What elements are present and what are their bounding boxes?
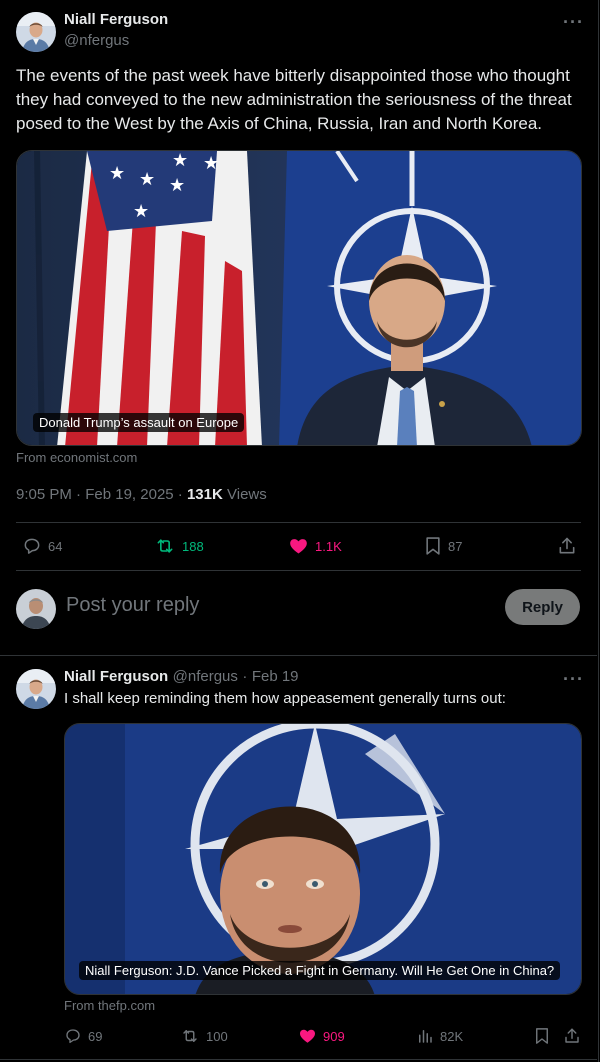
bookmark-action[interactable]: 87 xyxy=(424,536,462,556)
reply-retweet-count: 100 xyxy=(206,1028,228,1044)
reply-button[interactable]: Reply xyxy=(505,589,580,625)
reply-input[interactable]: Post your reply xyxy=(66,594,199,617)
retweet-icon xyxy=(157,539,173,553)
tweet-meta: 9:05 PM · Feb 19, 2025 · 131K Views xyxy=(16,486,267,503)
share-icon xyxy=(565,1028,579,1043)
divider xyxy=(0,1059,597,1060)
meta-separator: · xyxy=(177,486,183,503)
divider xyxy=(16,570,581,571)
retweet-icon xyxy=(183,1030,197,1042)
divider xyxy=(0,655,597,656)
bookmark-icon xyxy=(426,537,440,555)
reply-reply-action[interactable]: 69 xyxy=(64,1027,102,1045)
share-icon xyxy=(559,537,575,554)
reply-bookmark-action[interactable] xyxy=(534,1027,550,1045)
bookmark-icon xyxy=(536,1028,548,1044)
reply-card-caption: Niall Ferguson: J.D. Vance Picked a Figh… xyxy=(79,961,561,980)
reply-date[interactable]: Feb 19 xyxy=(252,668,299,685)
reply-like-action[interactable]: 909 xyxy=(298,1027,345,1045)
reply-views-action[interactable]: 82K xyxy=(416,1027,463,1045)
reply-count: 64 xyxy=(48,538,63,554)
current-user-avatar[interactable] xyxy=(16,589,56,629)
svg-text:★: ★ xyxy=(139,169,155,190)
reply-author-name[interactable]: Niall Ferguson xyxy=(64,668,168,685)
views-label: Views xyxy=(227,486,267,503)
retweet-action[interactable]: 188 xyxy=(154,536,204,556)
bookmark-count: 87 xyxy=(448,538,463,554)
share-action[interactable] xyxy=(557,536,577,556)
views-count: 131K xyxy=(186,486,223,503)
reply-retweet-action[interactable]: 100 xyxy=(180,1027,228,1045)
reply-icon xyxy=(66,1029,80,1044)
card-image: ★ ★ ★ ★ ★ ★ xyxy=(17,151,581,445)
reply-like-count: 909 xyxy=(323,1028,345,1044)
reply-views-count: 82K xyxy=(440,1028,464,1044)
reply-reply-count: 69 xyxy=(88,1028,103,1044)
more-horizontal-icon[interactable]: ··· xyxy=(563,669,584,690)
analytics-icon xyxy=(419,1030,432,1043)
tweet-time[interactable]: 9:05 PM xyxy=(16,486,72,503)
divider xyxy=(16,522,581,523)
like-count: 1.1K xyxy=(315,538,342,554)
author-handle[interactable]: @nfergus xyxy=(64,32,129,49)
meta-separator: · xyxy=(76,486,82,503)
card-caption: Donald Trump’s assault on Europe xyxy=(33,413,245,432)
svg-text:★: ★ xyxy=(109,163,125,184)
card-source[interactable]: From economist.com xyxy=(16,450,137,465)
reply-header: Niall Ferguson @nfergus · Feb 19 xyxy=(64,668,299,686)
reply-icon xyxy=(24,538,40,554)
reply-action[interactable]: 64 xyxy=(22,536,62,556)
reply-author-avatar[interactable] xyxy=(16,669,56,709)
heart-filled-icon xyxy=(290,539,307,554)
svg-text:★: ★ xyxy=(172,151,188,171)
reply-text: I shall keep reminding them how appeasem… xyxy=(64,690,506,707)
svg-text:★: ★ xyxy=(203,153,219,174)
retweet-count: 188 xyxy=(182,538,204,554)
reply-link-card[interactable]: Niall Ferguson: J.D. Vance Picked a Figh… xyxy=(64,723,582,995)
like-action[interactable]: 1.1K xyxy=(288,536,342,556)
tweet-date[interactable]: Feb 19, 2025 xyxy=(85,486,173,503)
heart-filled-icon xyxy=(300,1029,315,1043)
reply-author-handle[interactable]: @nfergus xyxy=(173,668,238,685)
author-avatar[interactable] xyxy=(16,12,56,52)
tweet-detail-column: Niall Ferguson @nfergus ··· The events o… xyxy=(0,0,599,1062)
more-horizontal-icon[interactable]: ··· xyxy=(563,12,584,33)
reply-card-image xyxy=(65,724,581,994)
reply-share-action[interactable] xyxy=(563,1027,581,1045)
link-card[interactable]: ★ ★ ★ ★ ★ ★ Donald Trump’s assault on Eu… xyxy=(16,150,582,446)
reply-card-source[interactable]: From thefp.com xyxy=(64,998,155,1013)
meta-separator: · xyxy=(242,668,248,685)
svg-text:★: ★ xyxy=(169,175,185,196)
author-name[interactable]: Niall Ferguson xyxy=(64,11,168,28)
tweet-text: The events of the past week have bitterl… xyxy=(16,66,572,133)
svg-text:★: ★ xyxy=(133,201,149,222)
